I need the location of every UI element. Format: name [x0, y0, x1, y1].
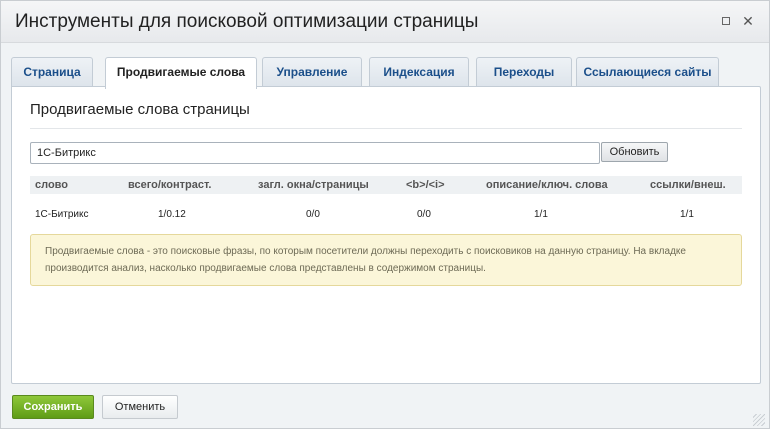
resize-grip-icon[interactable]: [753, 414, 765, 426]
tab-promoted-words[interactable]: Продвигаемые слова: [105, 57, 257, 89]
cancel-button[interactable]: Отменить: [102, 395, 178, 419]
column-header-bold-italic: <b>/<i>: [406, 179, 445, 191]
title-bar[interactable]: Инструменты для поисковой оптимизации ст…: [1, 1, 769, 43]
column-header-links: ссылки/внеш.: [650, 179, 726, 191]
table-row: 1С-Битрикс 1/0.12 0/0 0/0 1/1 1/1: [30, 206, 742, 224]
column-header-word: слово: [35, 179, 69, 191]
column-header-titles: загл. окна/страницы: [258, 179, 369, 191]
keywords-input[interactable]: [30, 142, 600, 164]
info-note: Продвигаемые слова - это поисковые фразы…: [30, 234, 742, 286]
tab-content-panel: Продвигаемые слова страницы Обновить сло…: [11, 86, 761, 384]
cell-word: 1С-Битрикс: [35, 209, 89, 220]
dialog-title: Инструменты для поисковой оптимизации ст…: [15, 11, 479, 32]
seo-dialog: Инструменты для поисковой оптимизации ст…: [0, 0, 770, 429]
section-title: Продвигаемые слова страницы: [30, 101, 250, 118]
stats-table-header: слово всего/контраст. загл. окна/страниц…: [30, 176, 742, 194]
maximize-icon[interactable]: [719, 14, 733, 28]
refresh-button[interactable]: Обновить: [601, 142, 668, 162]
cell-total: 1/0.12: [158, 209, 186, 220]
column-header-description: описание/ключ. слова: [486, 179, 608, 191]
close-icon[interactable]: ✕: [741, 14, 755, 28]
divider: [30, 128, 742, 129]
cell-titles: 0/0: [306, 209, 320, 220]
tab-indexing[interactable]: Индексация: [369, 57, 469, 87]
save-button[interactable]: Сохранить: [12, 395, 94, 419]
tab-referring-sites[interactable]: Ссылающиеся сайты: [576, 57, 719, 87]
cell-bold-italic: 0/0: [417, 209, 431, 220]
cell-description: 1/1: [534, 209, 548, 220]
tab-referrals[interactable]: Переходы: [476, 57, 572, 87]
column-header-total: всего/контраст.: [128, 179, 212, 191]
tab-bar: Страница Продвигаемые слова Управление И…: [11, 57, 761, 89]
cell-links: 1/1: [680, 209, 694, 220]
tab-page[interactable]: Страница: [11, 57, 93, 87]
tab-management[interactable]: Управление: [262, 57, 362, 87]
